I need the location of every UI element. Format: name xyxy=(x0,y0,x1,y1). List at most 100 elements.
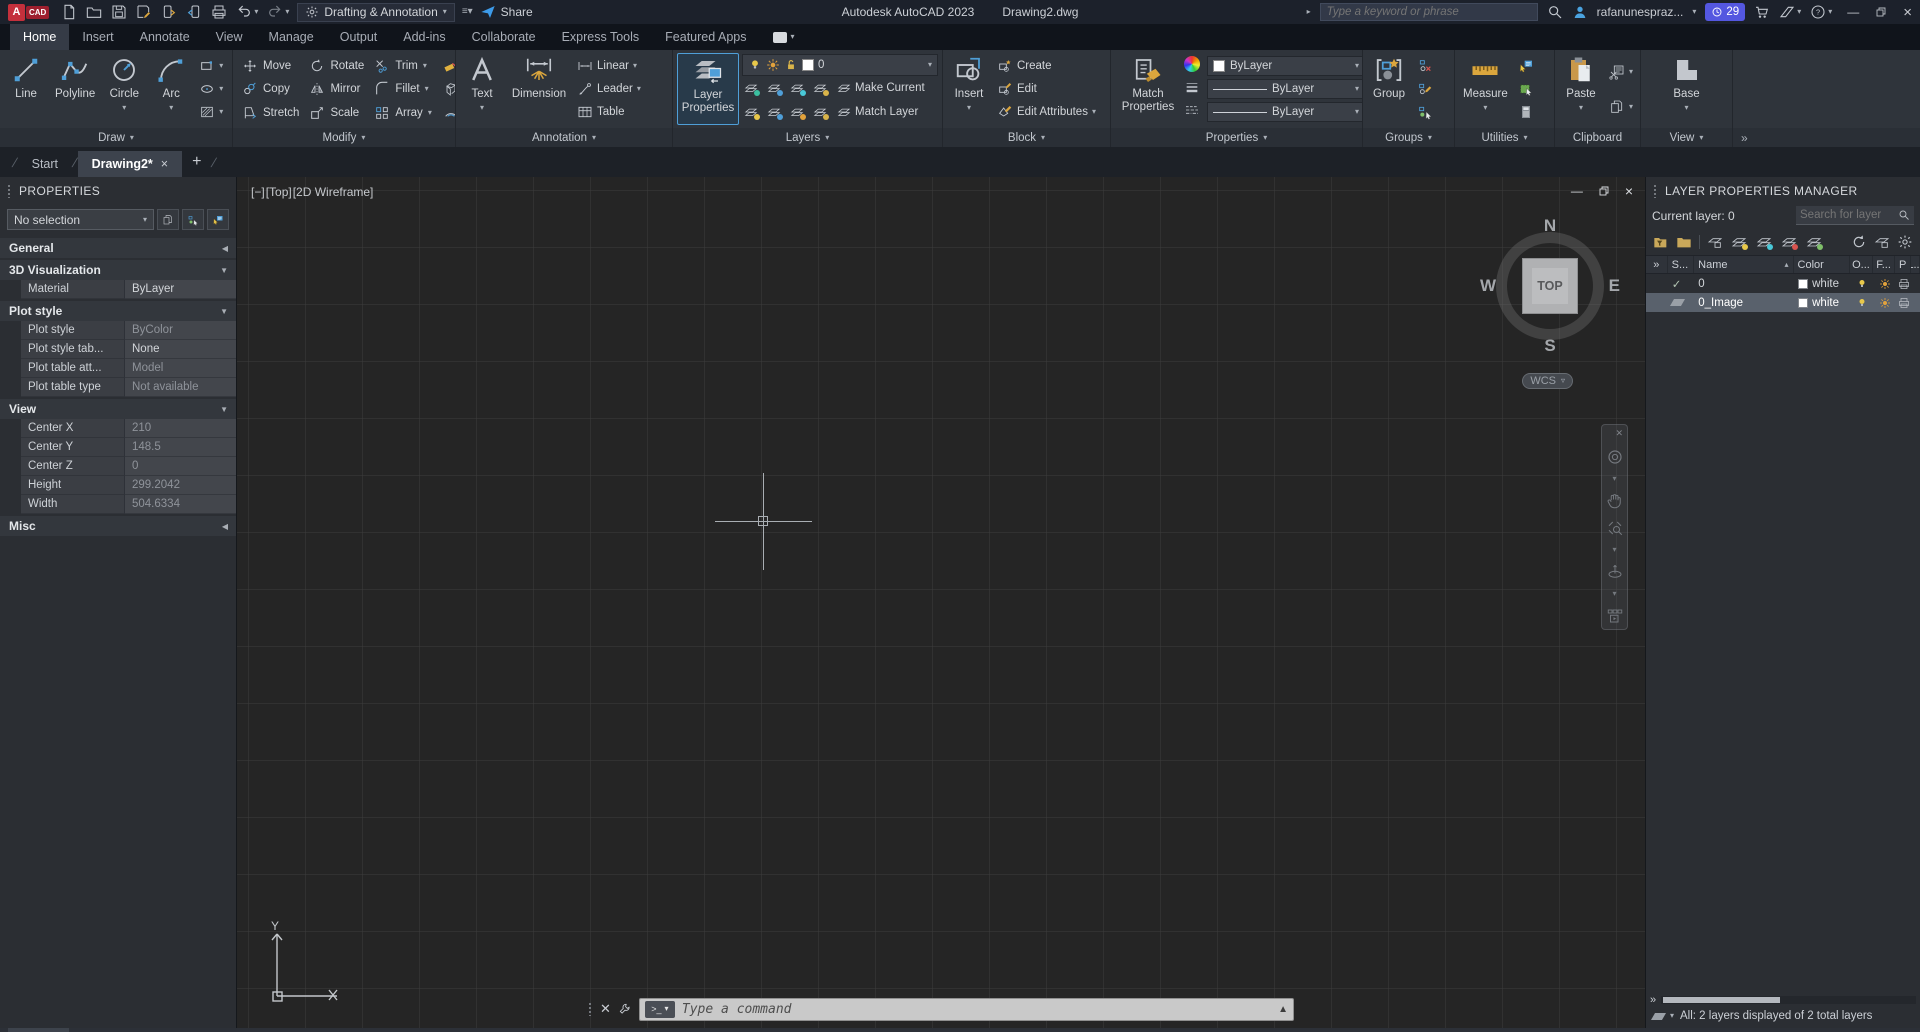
viewport-controls-visual-style[interactable]: [2D Wireframe] xyxy=(293,185,374,199)
viewcube[interactable]: N S W E TOP xyxy=(1482,218,1618,354)
layer-search-box[interactable] xyxy=(1796,206,1914,225)
ribbon-tab-annotate[interactable]: Annotate xyxy=(127,24,203,50)
property-value[interactable]: Model xyxy=(125,359,236,378)
layer-properties-button[interactable]: Layer Properties xyxy=(677,53,739,125)
plot-button[interactable] xyxy=(210,3,228,21)
layer-search-input[interactable] xyxy=(1800,209,1895,221)
panel-menu-groups[interactable]: Groups▾ xyxy=(1363,128,1454,147)
orbit-icon[interactable] xyxy=(1604,563,1626,581)
panel-menu-annotation[interactable]: Annotation▾ xyxy=(456,128,672,147)
save-as-button[interactable] xyxy=(135,3,153,21)
copy-clip-button[interactable]: ▾ xyxy=(1606,95,1636,118)
lineweight-dropdown[interactable]: ByLayer▾ xyxy=(1207,79,1362,99)
stretch-button[interactable]: Stretch xyxy=(238,101,303,124)
column-status[interactable]: S... xyxy=(1668,256,1695,273)
quick-select-palette-button[interactable] xyxy=(207,209,229,230)
section-collapse-arrow[interactable]: ◀ xyxy=(222,244,228,253)
circle-button[interactable]: Circle▾ xyxy=(102,53,146,125)
drawing-close-button[interactable]: × xyxy=(1625,183,1633,199)
explode-button[interactable] xyxy=(438,78,455,101)
command-history-arrow[interactable]: ▲ xyxy=(1278,1004,1288,1015)
array-button[interactable]: Array▾ xyxy=(370,101,436,124)
search-icon[interactable] xyxy=(1547,4,1563,20)
layer-on-toggle[interactable] xyxy=(1851,274,1874,293)
panel-menu-layers[interactable]: Layers▾ xyxy=(673,128,942,147)
new-file-button[interactable] xyxy=(60,3,78,21)
layer-isolate-button[interactable] xyxy=(765,79,783,97)
undo-dropdown-arrow[interactable]: ▾ xyxy=(254,8,258,16)
redo-button[interactable]: ▾ xyxy=(266,3,290,21)
ribbon-overflow-button[interactable]: » xyxy=(1741,131,1748,145)
orbit-dropdown-arrow[interactable]: ▾ xyxy=(1612,590,1616,598)
open-from-web-mobile-button[interactable] xyxy=(160,3,178,21)
search-input[interactable] xyxy=(1327,6,1531,18)
object-color-dropdown[interactable]: ByLayer▾ xyxy=(1207,56,1362,76)
measure-button[interactable]: Measure▾ xyxy=(1459,53,1512,125)
drawing-area[interactable]: [−] [Top] [2D Wireframe] — × N S W E TOP… xyxy=(237,177,1645,1028)
redo-dropdown-arrow[interactable]: ▾ xyxy=(285,8,289,16)
create-block-button[interactable]: Create xyxy=(994,54,1099,77)
layer-list-empty-area[interactable] xyxy=(1646,312,1920,993)
column-name[interactable]: Name▴ xyxy=(1694,256,1793,273)
scale-button[interactable]: Scale xyxy=(305,101,368,124)
drawing-minimize-button[interactable]: — xyxy=(1571,184,1583,198)
layer-palette-grip[interactable] xyxy=(1653,184,1658,198)
ribbon-tab-express-tools[interactable]: Express Tools xyxy=(549,24,653,50)
ribbon-display-options-button[interactable]: ▾ xyxy=(773,24,794,50)
id-point-button[interactable] xyxy=(1515,77,1537,100)
panel-menu-view[interactable]: View▾ xyxy=(1641,128,1732,147)
make-current-button[interactable]: Make Current xyxy=(834,77,928,100)
property-value[interactable]: 148.5 xyxy=(125,438,236,457)
layer-gear-button[interactable] xyxy=(1897,234,1913,250)
property-value[interactable]: 299.2042 xyxy=(125,476,236,495)
layer-states-manager-button[interactable] xyxy=(1707,234,1723,250)
layer-row-0[interactable]: ✓0white xyxy=(1646,274,1920,293)
trial-days-badge[interactable]: 29 xyxy=(1705,3,1745,21)
section-general[interactable]: General◀ xyxy=(0,238,236,258)
new-property-filter-button[interactable] xyxy=(1653,234,1669,250)
panel-menu-clipboard[interactable]: Clipboard xyxy=(1555,128,1640,147)
command-line-close-icon[interactable]: ✕ xyxy=(600,1001,611,1017)
ribbon-tab-view[interactable]: View xyxy=(203,24,256,50)
save-to-web-mobile-button[interactable] xyxy=(185,3,203,21)
polyline-button[interactable]: Polyline xyxy=(51,53,99,125)
scrollbar-thumb[interactable] xyxy=(1663,997,1780,1003)
ribbon-tab-insert[interactable]: Insert xyxy=(69,24,126,50)
property-value[interactable]: None xyxy=(125,340,236,359)
toggle-pickadd-button[interactable] xyxy=(157,209,179,230)
column-color[interactable]: Color xyxy=(1794,256,1851,273)
column-freeze[interactable]: F... xyxy=(1873,256,1896,273)
layer-freeze-toggle[interactable] xyxy=(1874,293,1897,312)
layer-row-0-image[interactable]: 0_Imagewhite xyxy=(1646,293,1920,312)
file-tab-close-icon[interactable]: × xyxy=(161,157,168,171)
quick-select-button[interactable] xyxy=(1515,54,1537,77)
edit-attributes-button[interactable]: Edit Attributes▾ xyxy=(994,101,1099,124)
workspace-dropdown[interactable]: Drafting & Annotation ▾ xyxy=(297,3,454,22)
viewcube-west[interactable]: W xyxy=(1480,276,1496,296)
layer-color[interactable]: white xyxy=(1794,293,1851,312)
viewport-controls-minus[interactable]: [−] xyxy=(251,185,265,199)
group-button[interactable]: Group xyxy=(1367,53,1411,125)
offset-button[interactable] xyxy=(438,101,455,124)
expand-layer-panel-button[interactable]: » xyxy=(1650,994,1656,1006)
section-misc[interactable]: Misc◀ xyxy=(0,516,236,536)
layer-unlock-button[interactable] xyxy=(811,103,829,121)
ribbon-tab-add-ins[interactable]: Add-ins xyxy=(390,24,458,50)
layer-on-button[interactable] xyxy=(742,103,760,121)
panel-menu-modify[interactable]: Modify▾ xyxy=(233,128,455,147)
sun-icon[interactable] xyxy=(1879,297,1891,309)
column-lock[interactable]: L... xyxy=(1911,256,1920,273)
rotate-button[interactable]: Rotate xyxy=(305,54,368,77)
layer-plot-toggle[interactable] xyxy=(1896,293,1912,312)
collapse-filters-button[interactable]: » xyxy=(1646,256,1668,273)
section-view[interactable]: View▼ xyxy=(0,399,236,419)
navwheel-dropdown-arrow[interactable]: ▾ xyxy=(1612,475,1616,483)
navigation-wheel-icon[interactable] xyxy=(1604,448,1626,466)
column-plot[interactable]: P xyxy=(1895,256,1911,273)
leader-button[interactable]: Leader▾ xyxy=(574,77,644,100)
command-input[interactable] xyxy=(682,1002,1271,1017)
property-value[interactable]: ByLayer xyxy=(125,280,236,299)
layer-lock-button[interactable] xyxy=(811,79,829,97)
new-vp-frozen-layer-button[interactable] xyxy=(1755,233,1773,251)
property-value[interactable]: 504.6334 xyxy=(125,495,236,514)
